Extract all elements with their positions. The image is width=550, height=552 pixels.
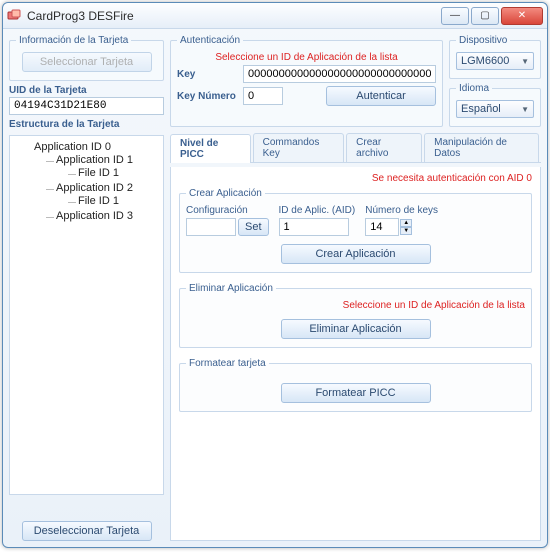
tab-content: Se necesita autenticación con AID 0 Crea… [170, 167, 541, 541]
deselect-card-button[interactable]: Deseleccionar Tarjeta [22, 521, 152, 541]
device-group: Dispositivo LGM6600 ▼ [449, 35, 541, 79]
card-structure-tree[interactable]: Application ID 0 Application ID 1 File I… [9, 135, 164, 495]
create-app-legend: Crear Aplicación [186, 188, 265, 199]
tree-node[interactable]: Application ID 3 [46, 209, 161, 223]
uid-label: UID de la Tarjeta [9, 85, 164, 96]
tree-node[interactable]: File ID 1 [68, 194, 161, 208]
content: Información de la Tarjeta Seleccionar Ta… [3, 29, 547, 547]
close-button[interactable]: ✕ [501, 7, 543, 25]
tree-node[interactable]: Application ID 0 Application ID 1 File I… [24, 140, 161, 224]
window-title: CardProg3 DESFire [27, 9, 439, 23]
device-value: LGM6600 [461, 55, 509, 67]
step-down-icon[interactable]: ▼ [400, 227, 412, 235]
app-window: CardProg3 DESFire — ▢ ✕ Información de l… [2, 2, 548, 548]
chevron-down-icon: ▼ [521, 57, 529, 66]
device-panel: Dispositivo LGM6600 ▼ Idioma Español ▼ [449, 35, 541, 127]
numkeys-cell: Número de keys ▲ ▼ [365, 205, 438, 236]
tree-node[interactable]: Application ID 1 File ID 1 [46, 153, 161, 181]
config-label: Configuración [186, 205, 269, 216]
create-app-group: Crear Aplicación Configuración Set ID de… [179, 188, 532, 273]
key-field[interactable] [243, 65, 436, 83]
keynum-row: Key Número Autenticar [177, 86, 436, 106]
config-cell: Configuración Set [186, 205, 269, 236]
device-legend: Dispositivo [456, 35, 510, 46]
auth-group: Autenticación Seleccione un ID de Aplica… [170, 35, 443, 127]
format-picc-button[interactable]: Formatear PICC [281, 383, 431, 403]
minimize-button[interactable]: — [441, 7, 469, 25]
left-bottom: Deseleccionar Tarjeta [9, 521, 164, 541]
structure-label: Estructura de la Tarjeta [9, 119, 164, 130]
language-group: Idioma Español ▼ [449, 83, 541, 127]
config-field[interactable] [186, 218, 236, 236]
create-app-row: Configuración Set ID de Aplic. (AID) Núm… [186, 205, 525, 236]
auth-warning: Seleccione un ID de Aplicación de la lis… [177, 52, 436, 63]
aid-label: ID de Aplic. (AID) [279, 205, 356, 216]
card-info-legend: Información de la Tarjeta [16, 35, 131, 46]
delete-app-group: Eliminar Aplicación Seleccione un ID de … [179, 283, 532, 348]
tab-key-commands[interactable]: Commandos Key [253, 133, 345, 162]
uid-field[interactable] [9, 97, 164, 115]
key-label: Key [177, 69, 239, 80]
step-up-icon[interactable]: ▲ [400, 219, 412, 227]
stepper-buttons: ▲ ▼ [400, 219, 412, 235]
keynum-field[interactable] [243, 87, 283, 105]
top-right-row: Autenticación Seleccione un ID de Aplica… [170, 35, 541, 127]
tab-data-manipulation[interactable]: Manipulación de Datos [424, 133, 539, 162]
language-select[interactable]: Español ▼ [456, 100, 534, 118]
set-button[interactable]: Set [238, 218, 269, 236]
chevron-down-icon: ▼ [521, 105, 529, 114]
numkeys-stepper[interactable]: ▲ ▼ [365, 218, 438, 236]
delete-app-legend: Eliminar Aplicación [186, 283, 276, 294]
aid-field[interactable] [279, 218, 349, 236]
numkeys-label: Número de keys [365, 205, 438, 216]
aid-cell: ID de Aplic. (AID) [279, 205, 356, 236]
tree-node[interactable]: Application ID 2 File ID 1 [46, 181, 161, 209]
format-card-legend: Formatear tarjeta [186, 358, 269, 369]
maximize-button[interactable]: ▢ [471, 7, 499, 25]
uid-block: UID de la Tarjeta [9, 85, 164, 115]
picc-auth-warning: Se necesita autenticación con AID 0 [179, 173, 532, 184]
create-app-button[interactable]: Crear Aplicación [281, 244, 431, 264]
left-column: Información de la Tarjeta Seleccionar Ta… [9, 35, 164, 541]
app-icon [7, 9, 21, 23]
titlebar[interactable]: CardProg3 DESFire — ▢ ✕ [3, 3, 547, 29]
tab-bar: Nivel de PICC Commandos Key Crear archiv… [170, 133, 541, 163]
device-select[interactable]: LGM6600 ▼ [456, 52, 534, 70]
key-row: Key [177, 65, 436, 83]
delete-app-warning: Seleccione un ID de Aplicación de la lis… [186, 300, 525, 311]
language-legend: Idioma [456, 83, 492, 94]
delete-app-button[interactable]: Eliminar Aplicación [281, 319, 431, 339]
auth-legend: Autenticación [177, 35, 243, 46]
keynum-label: Key Número [177, 91, 239, 102]
window-buttons: — ▢ ✕ [439, 7, 543, 25]
select-card-button[interactable]: Seleccionar Tarjeta [22, 52, 152, 72]
format-card-group: Formatear tarjeta Formatear PICC [179, 358, 532, 412]
language-value: Español [461, 103, 501, 115]
authenticate-button[interactable]: Autenticar [326, 86, 436, 106]
tree-node[interactable]: File ID 1 [68, 166, 161, 180]
tab-create-file[interactable]: Crear archivo [346, 133, 422, 162]
numkeys-field[interactable] [365, 218, 399, 236]
tab-picc-level[interactable]: Nivel de PICC [170, 134, 251, 163]
right-column: Autenticación Seleccione un ID de Aplica… [170, 35, 541, 541]
card-info-group: Información de la Tarjeta Seleccionar Ta… [9, 35, 164, 81]
